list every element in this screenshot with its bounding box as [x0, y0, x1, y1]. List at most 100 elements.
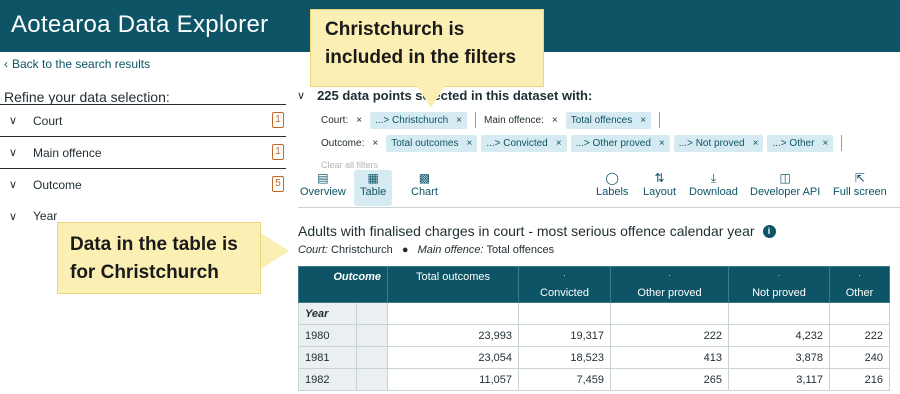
column-dimension-label: Outcome — [298, 266, 388, 303]
row-dimension-label: Year — [298, 302, 357, 325]
sidebar-item-court[interactable]: ∨ Court 1 — [0, 104, 286, 136]
filter-chip[interactable]: Total offences × — [565, 111, 652, 129]
chevron-down-icon: ∨ — [9, 147, 18, 159]
selection-count-badge: 1 — [272, 144, 284, 160]
clear-dimension-icon[interactable]: × — [356, 115, 362, 126]
sidebar-item-label: Main offence — [33, 145, 102, 160]
callout-arrow-down — [417, 86, 445, 108]
filter-chip[interactable]: ...> Other × — [767, 134, 834, 152]
table-cell: 19,317 — [518, 324, 611, 347]
divider — [475, 112, 477, 128]
table-button[interactable]: ▦ Table — [354, 170, 393, 206]
filters-callout: Christchurch is included in the filters — [310, 9, 544, 87]
filter-chip[interactable]: ...> Convicted × — [481, 134, 567, 152]
column-header[interactable]: · Other — [829, 266, 890, 303]
table-callout: Data in the table is for Christchurch — [57, 222, 261, 294]
close-icon[interactable]: × — [659, 138, 665, 149]
table-cell: 23,054 — [387, 346, 519, 369]
chart-button[interactable]: ▩ Chart — [411, 170, 438, 206]
table-cell: 23,993 — [387, 324, 519, 347]
tag-icon: ◯ — [605, 171, 619, 185]
table-cell: 11,057 — [387, 368, 519, 391]
table-cell: 18,523 — [518, 346, 611, 369]
row-dimension-header-row: Year — [298, 302, 890, 325]
row-header[interactable]: 1982 — [298, 368, 357, 391]
table-cell: 3,878 — [728, 346, 830, 369]
active-filters: Court: × ...> Christchurch × Main offence… — [321, 110, 850, 156]
close-icon[interactable]: × — [640, 115, 646, 126]
labels-button[interactable]: ◯ Labels — [596, 170, 628, 206]
back-link-label: Back to the search results — [12, 57, 151, 71]
filter-row-court: Court: × ...> Christchurch × Main offence… — [321, 110, 850, 130]
column-header[interactable]: · Not proved — [728, 266, 830, 303]
filter-row-outcome: Outcome: × Total outcomes × ...> Convicte… — [321, 133, 850, 153]
table-cell: 4,232 — [728, 324, 830, 347]
chevron-left-icon: ‹ — [4, 57, 8, 71]
column-header[interactable]: · Other proved — [610, 266, 729, 303]
overview-icon: ▤ — [317, 171, 329, 185]
sidebar: ∨ Court 1 ∨ Main offence 1 ∨ Outcome 5 ∨… — [0, 104, 286, 232]
table-header-row: Outcome Total outcomes · Convicted · Other… — [298, 266, 890, 303]
sidebar-item-outcome[interactable]: ∨ Outcome 5 — [0, 168, 286, 200]
divider — [841, 135, 843, 151]
chart-icon: ▩ — [418, 171, 431, 185]
callout-arrow-right — [261, 233, 289, 269]
table-cell: 222 — [829, 324, 890, 347]
developer-api-button[interactable]: ◫ Developer API — [750, 170, 820, 206]
table-subtitle: Court: Christchurch ● Main offence: Tota… — [298, 244, 555, 256]
chevron-down-icon: ∨ — [9, 115, 18, 127]
clear-dimension-icon[interactable]: × — [552, 115, 558, 126]
app-title: Aotearoa Data Explorer — [11, 11, 269, 38]
table-row: 1982 11,057 7,459 265 3,117 216 — [298, 368, 890, 391]
swap-icon: ⇅ — [654, 171, 665, 185]
overview-button[interactable]: ▤ Overview — [300, 170, 346, 206]
refine-title: Refine your data selection: — [4, 89, 170, 105]
filter-chip[interactable]: ...> Christchurch × — [370, 111, 468, 129]
table-cell: 7,459 — [518, 368, 611, 391]
data-table: Outcome Total outcomes · Convicted · Other… — [298, 266, 890, 391]
filter-label: Court: — [321, 114, 349, 126]
column-header[interactable]: Total outcomes — [387, 266, 519, 303]
table-cell: 216 — [829, 368, 890, 391]
sidebar-item-label: Year — [33, 209, 58, 223]
table-row: 1980 23,993 19,317 222 4,232 222 — [298, 324, 890, 347]
selection-summary-text: 225 data points selected in this dataset… — [317, 88, 593, 103]
filter-chip[interactable]: Total outcomes × — [386, 134, 478, 152]
sidebar-item-label: Court — [33, 113, 63, 128]
layout-button[interactable]: ⇅ Layout — [643, 170, 676, 206]
close-icon[interactable]: × — [753, 138, 759, 149]
back-to-results-link[interactable]: ‹ Back to the search results — [4, 57, 150, 71]
view-toolbar: ▤ Overview ▦ Table ▩ Chart ◯ Labels ⇅ La… — [298, 168, 900, 208]
close-icon[interactable]: × — [822, 138, 828, 149]
row-header[interactable]: 1980 — [298, 324, 357, 347]
info-icon[interactable]: i — [762, 224, 776, 238]
filter-label: Outcome: — [321, 137, 365, 149]
filter-label: Main offence: — [484, 114, 544, 126]
close-icon[interactable]: × — [466, 138, 472, 149]
filter-chip[interactable]: ...> Other proved × — [570, 134, 670, 152]
chevron-down-icon: ∨ — [9, 179, 18, 191]
table-icon: ▦ — [367, 171, 379, 185]
selection-count-badge: 5 — [272, 176, 284, 192]
download-button[interactable]: ⤓ Download — [689, 170, 738, 206]
clear-dimension-icon[interactable]: × — [372, 138, 378, 149]
selection-count-badge: 1 — [272, 112, 284, 128]
divider — [659, 112, 661, 128]
sidebar-item-label: Outcome — [33, 177, 82, 192]
chevron-down-icon: ∨ — [297, 90, 306, 102]
separator-dot: ● — [401, 244, 409, 256]
close-icon[interactable]: × — [556, 138, 562, 149]
table-cell: 240 — [829, 346, 890, 369]
column-header[interactable]: · Convicted — [518, 266, 611, 303]
table-cell: 222 — [610, 324, 729, 347]
table-cell: 265 — [610, 368, 729, 391]
filter-chip[interactable]: ...> Not proved × — [673, 134, 764, 152]
table-cell: 3,117 — [728, 368, 830, 391]
full-screen-button[interactable]: ⇱ Full screen — [833, 170, 887, 206]
table-cell: 413 — [610, 346, 729, 369]
table-title: Adults with finalised charges in court -… — [298, 223, 776, 239]
row-header[interactable]: 1981 — [298, 346, 357, 369]
close-icon[interactable]: × — [456, 115, 462, 126]
sidebar-item-main-offence[interactable]: ∨ Main offence 1 — [0, 136, 286, 168]
chevron-down-icon: ∨ — [9, 210, 18, 223]
